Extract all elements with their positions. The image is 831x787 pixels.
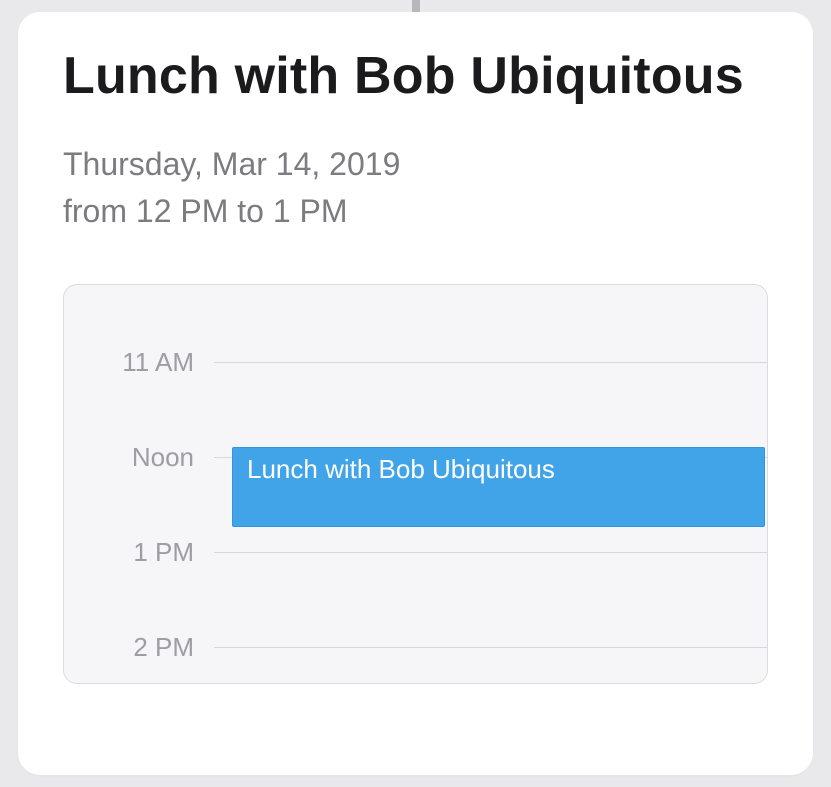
time-label: 1 PM bbox=[64, 537, 214, 568]
time-label: Noon bbox=[64, 442, 214, 473]
event-detail-card: Lunch with Bob Ubiquitous Thursday, Mar … bbox=[18, 12, 813, 775]
time-slot-1pm: 1 PM bbox=[64, 537, 767, 568]
time-gridline bbox=[214, 552, 767, 553]
time-label: 11 AM bbox=[64, 347, 214, 378]
time-slot-2pm: 2 PM bbox=[64, 632, 767, 663]
timeline-panel[interactable]: 11 AM Noon 1 PM 2 PM Lunch with Bob Ubiq… bbox=[63, 284, 768, 684]
time-gridline bbox=[214, 362, 767, 363]
calendar-event-block[interactable]: Lunch with Bob Ubiquitous bbox=[232, 447, 765, 527]
event-subtitle: Thursday, Mar 14, 2019 from 12 PM to 1 P… bbox=[63, 141, 768, 234]
event-time-text: from 12 PM to 1 PM bbox=[63, 188, 768, 234]
event-date-text: Thursday, Mar 14, 2019 bbox=[63, 141, 768, 187]
time-slot-11am: 11 AM bbox=[64, 347, 767, 378]
time-gridline bbox=[214, 647, 767, 648]
event-title: Lunch with Bob Ubiquitous bbox=[63, 47, 768, 105]
event-block-title: Lunch with Bob Ubiquitous bbox=[247, 454, 555, 485]
time-label: 2 PM bbox=[64, 632, 214, 663]
